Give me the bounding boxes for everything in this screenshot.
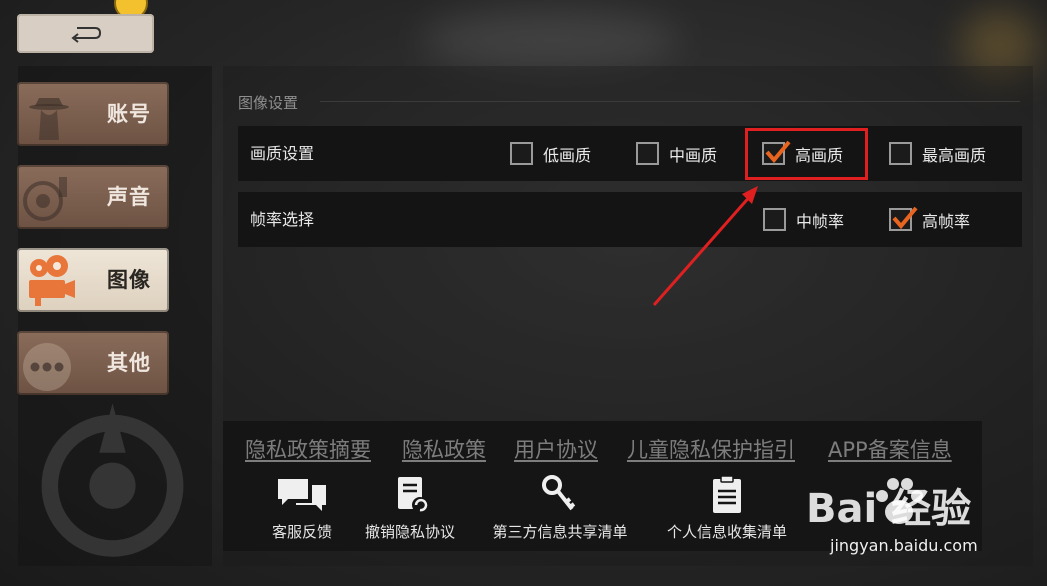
sidebar-item-label: 账号 xyxy=(107,102,151,126)
framerate-setting-label: 帧率选择 xyxy=(250,210,315,229)
quality-setting-row: 画质设置 低画质 中画质 高画质 最高画质 xyxy=(238,126,1022,181)
sidebar-item-label: 其他 xyxy=(107,351,151,375)
gear-decoration-icon xyxy=(41,403,184,557)
action-label: 第三方信息共享清单 xyxy=(492,523,628,541)
sidebar-item-sound[interactable]: 声音 xyxy=(17,165,169,229)
link-user-agreement[interactable]: 用户协议 xyxy=(514,434,598,464)
framerate-setting-row: 帧率选择 中帧率 高帧率 xyxy=(238,192,1022,247)
link-children-privacy[interactable]: 儿童隐私保护指引 xyxy=(627,434,795,464)
baidu-jingyan-watermark: Bai 经验 jingyan.baidu.com xyxy=(800,470,1040,570)
document-revoke-icon xyxy=(398,477,428,513)
watermark-url: jingyan.baidu.com xyxy=(830,536,978,555)
framerate-option-medium[interactable]: 中帧率 xyxy=(763,206,844,233)
quality-option-medium[interactable]: 中画质 xyxy=(636,140,717,167)
more-dots-icon xyxy=(23,343,71,391)
return-arrow-icon xyxy=(70,26,101,43)
option-label: 最高画质 xyxy=(922,145,987,165)
watermark-brand: Bai 经验 xyxy=(806,486,972,532)
sidebar-item-other[interactable]: 其他 xyxy=(17,331,169,395)
key-icon xyxy=(542,475,576,511)
quality-option-low[interactable]: 低画质 xyxy=(510,140,591,167)
film-camera-icon xyxy=(29,255,75,306)
checkbox[interactable] xyxy=(510,142,533,165)
third-party-sharing-list-button[interactable]: 第三方信息共享清单 xyxy=(484,475,636,542)
option-label: 低画质 xyxy=(543,145,592,165)
link-privacy-summary[interactable]: 隐私政策摘要 xyxy=(245,434,371,464)
quality-setting-label: 画质设置 xyxy=(250,144,315,163)
action-label: 撤销隐私协议 xyxy=(364,523,455,541)
annotation-highlight-box xyxy=(745,128,868,180)
sidebar-item-image[interactable]: 图像 xyxy=(17,248,169,312)
speaker-icon xyxy=(23,177,67,221)
revoke-privacy-button[interactable]: 撤销隐私协议 xyxy=(358,475,462,542)
section-divider xyxy=(320,101,1020,102)
personal-info-list-button[interactable]: 个人信息收集清单 xyxy=(658,475,796,542)
checkmark-icon xyxy=(892,206,918,230)
action-label: 客服反馈 xyxy=(271,523,332,541)
detective-icon xyxy=(29,98,69,140)
chat-bubbles-icon xyxy=(278,479,326,511)
checkbox[interactable] xyxy=(889,142,912,165)
sidebar-item-label: 图像 xyxy=(107,268,151,292)
option-label: 高帧率 xyxy=(922,211,971,231)
clipboard-icon xyxy=(713,475,741,513)
link-privacy-policy[interactable]: 隐私政策 xyxy=(402,434,486,464)
checkbox[interactable] xyxy=(636,142,659,165)
sidebar-item-label: 声音 xyxy=(107,185,151,209)
checkbox-checked[interactable] xyxy=(889,206,918,231)
option-label: 中画质 xyxy=(669,145,718,165)
framerate-option-high[interactable]: 高帧率 xyxy=(889,206,970,233)
section-title: 图像设置 xyxy=(238,94,299,112)
back-button[interactable] xyxy=(17,14,154,53)
annotation-arrow-icon xyxy=(652,186,758,306)
option-label: 中帧率 xyxy=(796,211,845,231)
quality-option-highest[interactable]: 最高画质 xyxy=(889,140,986,167)
link-app-filing[interactable]: APP备案信息 xyxy=(828,434,952,464)
sidebar-item-account[interactable]: 账号 xyxy=(17,82,169,146)
feedback-button[interactable]: 客服反馈 xyxy=(262,475,342,542)
action-label: 个人信息收集清单 xyxy=(666,523,787,541)
